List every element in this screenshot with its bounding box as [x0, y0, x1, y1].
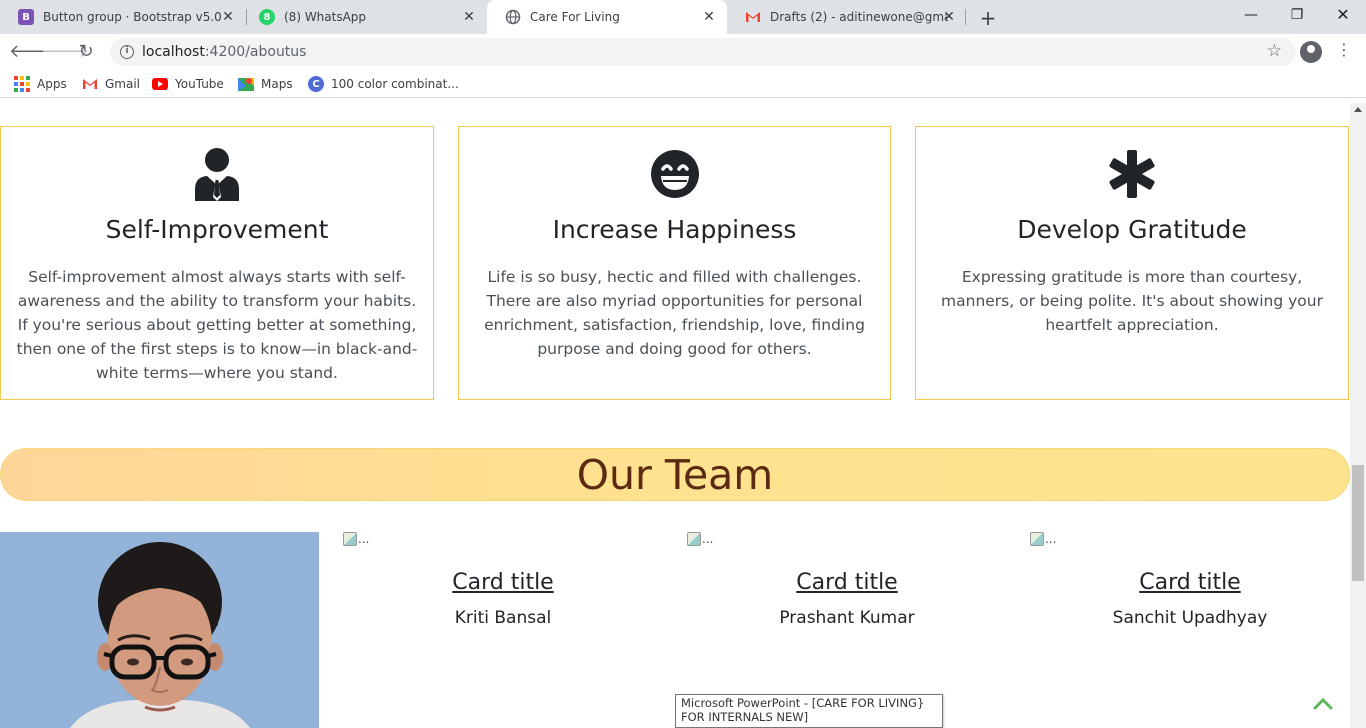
feature-text: Self-improvement almost always starts wi… — [16, 268, 418, 382]
grin-icon — [650, 147, 700, 201]
feature-title: Develop Gratitude — [1017, 215, 1247, 244]
image-alt-text: ... — [1045, 532, 1057, 546]
browser-toolbar: 🡐 🡒 ↻ i localhost:4200/aboutus ☆ ⋮ — [0, 34, 1366, 70]
address-bar[interactable]: i localhost:4200/aboutus ☆ — [110, 38, 1296, 66]
card-title[interactable]: Card title — [343, 570, 663, 595]
team-member-photo — [0, 532, 319, 728]
page-scrollbar[interactable] — [1350, 103, 1366, 728]
feature-title: Self-Improvement — [105, 215, 329, 244]
reload-icon[interactable]: ↻ — [74, 40, 98, 64]
bookmark-label: YouTube — [175, 77, 224, 91]
tab-whatsapp[interactable]: 8 (8) WhatsApp ✕ — [241, 0, 487, 34]
restore-icon[interactable]: ❐ — [1274, 0, 1320, 30]
tab-bootstrap[interactable]: B Button group · Bootstrap v5.0 ✕ — [0, 0, 246, 34]
globe-icon — [505, 9, 521, 25]
card-title[interactable]: Card title — [687, 570, 1007, 595]
gmail-icon — [82, 76, 98, 92]
bookmark-color-combinations[interactable]: C 100 color combinat... — [308, 76, 459, 92]
tab-title: Button group · Bootstrap v5.0 — [43, 10, 222, 24]
team-card: ... Card title Kriti Bansal — [343, 532, 663, 722]
bookmark-maps[interactable]: Maps — [238, 76, 293, 92]
broken-image-icon: ... — [687, 532, 713, 546]
feature-card-increase-happiness: Increase Happiness Life is so busy, hect… — [458, 126, 891, 400]
team-heading-banner: Our Team — [0, 448, 1350, 501]
forward-arrow-icon[interactable]: 🡒 — [41, 40, 89, 64]
tab-separator — [965, 9, 966, 25]
bookmark-label: Gmail — [105, 77, 141, 91]
bookmark-label: Maps — [261, 77, 293, 91]
team-heading: Our Team — [576, 451, 774, 499]
broken-image-icon: ... — [343, 532, 369, 546]
member-name: Sanchit Upadhyay — [1112, 608, 1268, 628]
tab-care-for-living[interactable]: Care For Living ✕ — [487, 0, 727, 34]
page-viewport: Self-Improvement Self-improvement almost… — [0, 103, 1350, 728]
close-icon[interactable]: ✕ — [220, 9, 236, 25]
close-icon[interactable]: ✕ — [941, 9, 957, 25]
scrollbar-thumb[interactable] — [1352, 465, 1364, 581]
card-title[interactable]: Card title — [1030, 570, 1350, 595]
url-text: localhost:4200/aboutus — [142, 44, 306, 60]
youtube-icon — [152, 76, 168, 92]
profile-avatar-icon[interactable] — [1300, 41, 1322, 63]
apps-grid-icon — [14, 76, 30, 92]
tab-title: Care For Living — [530, 10, 620, 24]
maps-icon — [238, 76, 254, 92]
feature-card-develop-gratitude: Develop Gratitude Expressing gratitude i… — [915, 126, 1349, 400]
feature-card-self-improvement: Self-Improvement Self-improvement almost… — [0, 126, 434, 400]
window-close-icon[interactable]: ✕ — [1320, 0, 1366, 30]
gmail-icon — [745, 9, 761, 25]
bookmark-apps[interactable]: Apps — [14, 76, 67, 92]
minimize-icon[interactable]: — — [1228, 0, 1274, 30]
browser-tab-strip: B Button group · Bootstrap v5.0 ✕ 8 (8) … — [0, 0, 1366, 34]
tab-title: (8) WhatsApp — [284, 10, 367, 24]
canva-icon: C — [308, 76, 324, 92]
member-name: Prashant Kumar — [779, 608, 915, 628]
close-icon[interactable]: ✕ — [461, 9, 477, 25]
image-alt-text: ... — [358, 532, 370, 546]
asterisk-icon — [1107, 147, 1157, 201]
url-path: :4200/aboutus — [204, 44, 307, 60]
bookmark-label: 100 color combinat... — [331, 77, 459, 91]
image-alt-text: ... — [702, 532, 714, 546]
user-tie-icon — [192, 147, 242, 201]
feature-text: Expressing gratitude is more than courte… — [941, 268, 1323, 334]
bookmarks-bar: Apps Gmail YouTube Maps C 100 color comb… — [0, 70, 1366, 98]
scroll-up-arrow-icon[interactable] — [1354, 107, 1362, 112]
broken-image-icon: ... — [1030, 532, 1056, 546]
site-info-icon[interactable]: i — [120, 45, 134, 59]
back-arrow-icon[interactable]: 🡐 — [9, 40, 57, 64]
close-icon[interactable]: ✕ — [701, 9, 717, 25]
taskbar-tooltip: Microsoft PowerPoint - [CARE FOR LIVING}… — [675, 694, 943, 728]
tab-gmail-drafts[interactable]: Drafts (2) - aditinewone@gmail.c ✕ — [727, 0, 967, 34]
bookmark-label: Apps — [37, 77, 67, 91]
tab-title: Drafts (2) - aditinewone@gmail.c — [770, 10, 948, 24]
bookmark-youtube[interactable]: YouTube — [152, 76, 224, 92]
new-tab-icon[interactable]: + — [978, 6, 998, 30]
feature-title: Increase Happiness — [552, 215, 797, 244]
url-host: localhost — [142, 44, 205, 60]
browser-menu-icon[interactable]: ⋮ — [1336, 40, 1352, 59]
back-to-top-chevron-icon[interactable] — [1312, 694, 1334, 712]
bookmark-star-icon[interactable]: ☆ — [1267, 41, 1282, 61]
member-name: Kriti Bansal — [454, 608, 552, 628]
feature-text: Life is so busy, hectic and filled with … — [484, 268, 865, 358]
bookmark-gmail[interactable]: Gmail — [82, 76, 140, 92]
team-card: ... Card title Sanchit Upadhyay — [1030, 532, 1350, 722]
whatsapp-icon: 8 — [259, 9, 275, 25]
bootstrap-icon: B — [18, 9, 34, 25]
